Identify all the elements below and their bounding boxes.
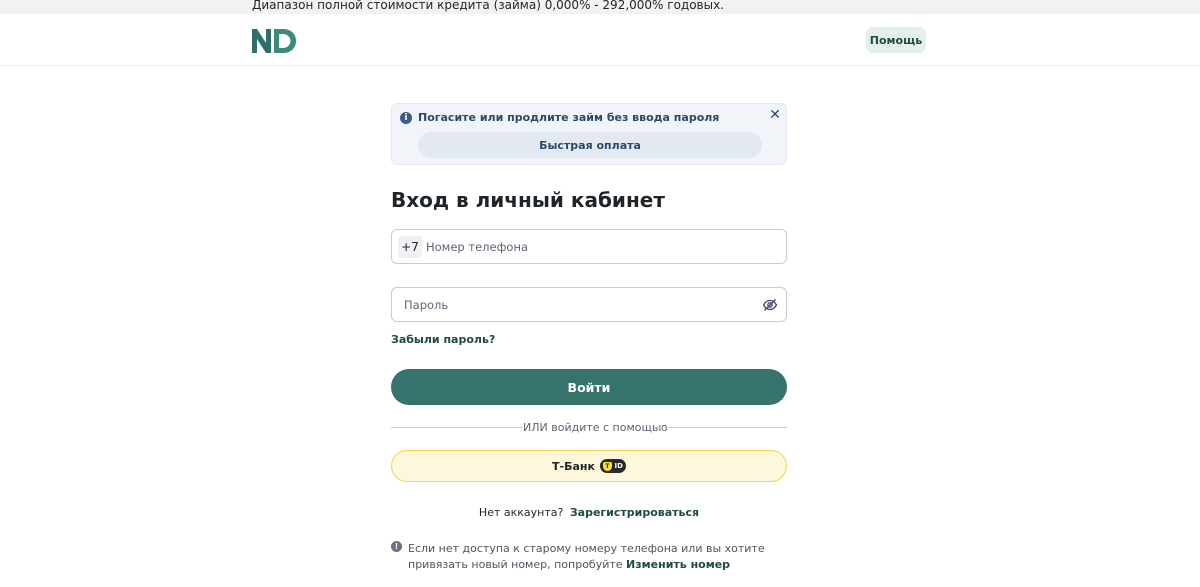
phone-prefix: +7 [398,236,422,258]
password-field [391,287,787,322]
page-title: Вход в личный кабинет [391,188,665,212]
notice-text: Погасите или продлите займ без ввода пар… [418,111,720,124]
register-link[interactable]: Зарегистрироваться [570,506,699,519]
divider-line-right [655,427,787,428]
change-number-hint: Если нет доступа к старому номеру телефо… [408,541,788,573]
close-icon[interactable]: ✕ [768,108,782,122]
login-button[interactable]: Войти [391,369,787,405]
tbank-id-button[interactable]: Т-Банк Т ID [391,450,787,482]
phone-input[interactable] [426,230,776,263]
tbank-id-text: ID [614,462,623,470]
password-input[interactable] [404,288,754,321]
eye-slash-icon[interactable] [762,297,778,313]
apr-disclaimer: Диапазон полной стоимости кредита (займа… [252,0,725,12]
change-number-link[interactable]: Изменить номер [626,558,730,571]
register-row: Нет аккаунта? Зарегистрироваться [391,506,787,519]
tbank-shield-icon: Т [602,461,612,471]
exclamation-icon: ! [391,541,402,552]
tbank-label: Т-Банк [552,459,595,473]
tbank-id-badge: Т ID [599,459,626,473]
logo[interactable] [251,27,297,55]
forgot-password-link[interactable]: Забыли пароль? [391,333,495,346]
top-banner: Диапазон полной стоимости кредита (займа… [0,0,1200,14]
or-divider: ИЛИ войдите с помощью [391,421,787,435]
logo-mark-icon [252,29,296,53]
info-icon: i [400,112,412,124]
divider-line-left [391,427,523,428]
quick-pay-button[interactable]: Быстрая оплата [418,132,762,158]
phone-field: +7 [391,229,787,264]
register-prompt: Нет аккаунта? [478,506,564,519]
quick-pay-notice: i Погасите или продлите займ без ввода п… [391,103,787,165]
divider-text: ИЛИ войдите с помощью [523,421,668,434]
header: Помощь [0,14,1200,66]
help-button[interactable]: Помощь [866,27,926,53]
